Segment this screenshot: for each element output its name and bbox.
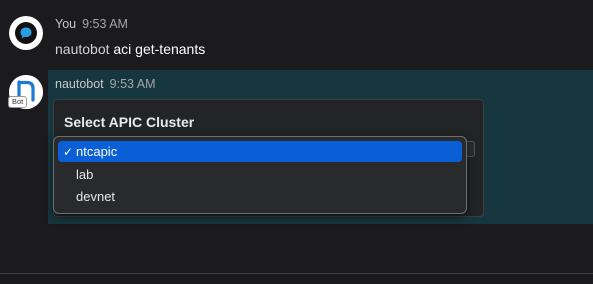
command-prefix: nautobot [55, 41, 110, 57]
command-text: aci get-tenants [113, 41, 206, 57]
author-name[interactable]: nautobot [55, 77, 104, 91]
timestamp[interactable]: 9:53 AM [82, 17, 128, 31]
message-text: nautobot aci get-tenants [55, 41, 205, 57]
user-avatar[interactable] [9, 16, 43, 50]
option-lab[interactable]: lab [58, 164, 462, 185]
message-header: You 9:53 AM [55, 17, 128, 31]
option-label: devnet [76, 189, 116, 204]
option-devnet[interactable]: devnet [58, 186, 462, 207]
option-label: lab [76, 167, 94, 182]
option-ntcapic[interactable]: ✓ ntcapic [58, 141, 462, 162]
cluster-select[interactable] [466, 141, 475, 157]
bot-badge: Bot [8, 96, 28, 108]
cluster-dropdown-menu: ✓ ntcapic lab devnet [53, 136, 467, 214]
checkmark-icon: ✓ [62, 144, 74, 159]
composer-divider [0, 273, 593, 274]
bot-message-header: nautobot 9:53 AM [55, 77, 156, 91]
author-name[interactable]: You [55, 17, 76, 31]
card-title: Select APIC Cluster [64, 114, 195, 130]
option-label: ntcapic [76, 144, 118, 159]
timestamp[interactable]: 9:53 AM [110, 77, 156, 91]
chat-bubble-icon [20, 27, 32, 39]
